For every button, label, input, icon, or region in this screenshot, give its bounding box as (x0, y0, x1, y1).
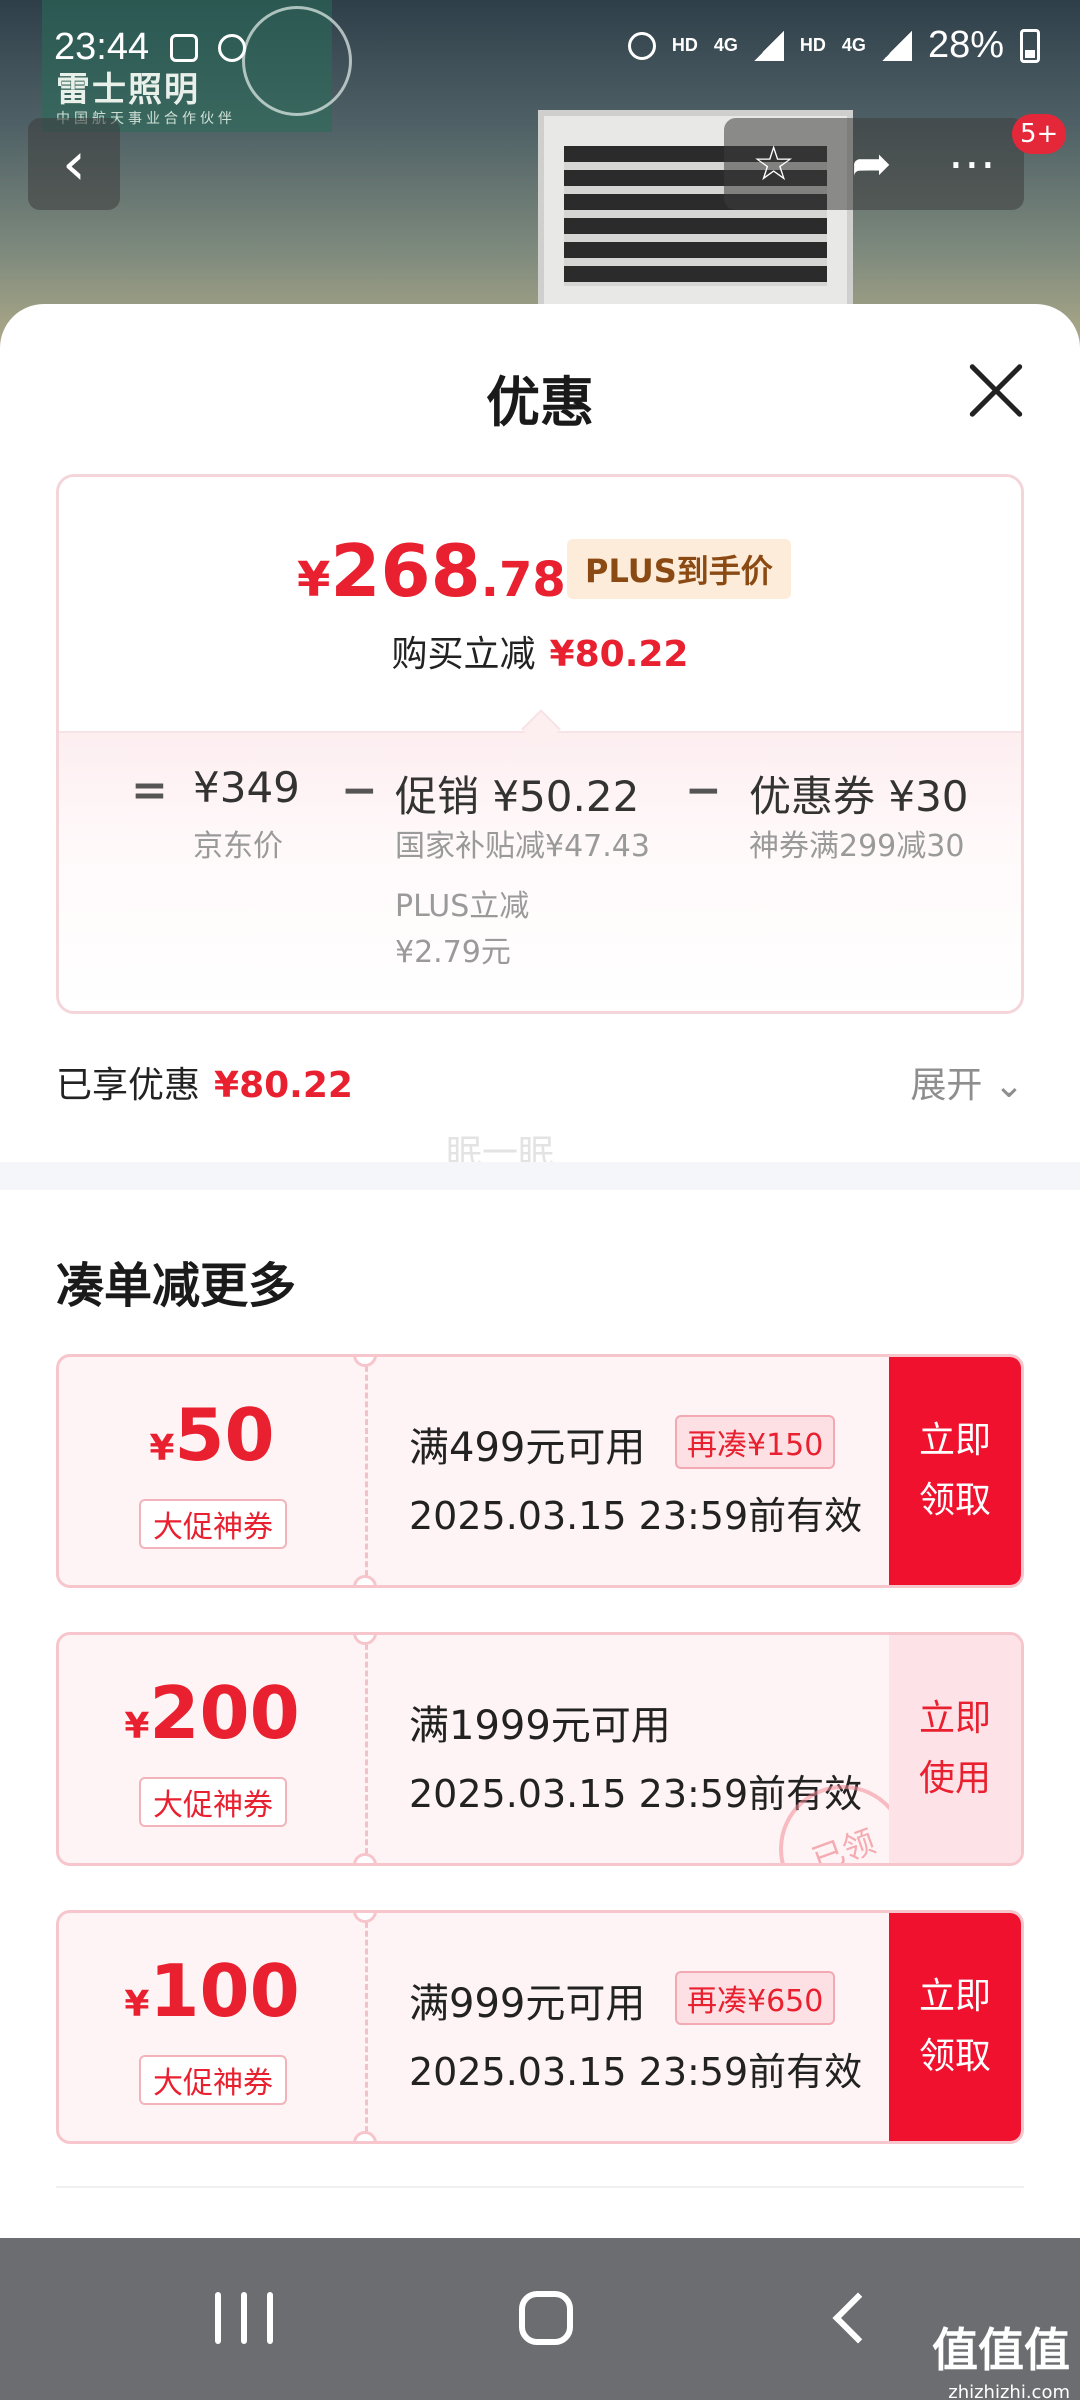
battery-percent: 28% (927, 24, 1004, 66)
coupon-condition: 满499元可用 (409, 1425, 646, 1471)
use-coupon-button[interactable]: 立即使用 (889, 1635, 1021, 1863)
home-icon[interactable] (496, 2278, 596, 2358)
app-notification-icon (218, 34, 246, 62)
coupon-amount-number: 50 (174, 1393, 275, 1477)
message-count-badge: 5+ (1012, 114, 1067, 154)
top-action-bar: ☆ ➦ ⋯ (724, 118, 1024, 210)
claim-coupon-button[interactable]: 立即领取 (889, 1913, 1021, 2141)
back-icon[interactable] (800, 2278, 900, 2358)
coupon-amount: 优惠券 ¥30 (749, 772, 969, 821)
network-hd-2: HD (799, 35, 826, 55)
coupon-currency: ¥ (124, 1706, 150, 1747)
price-breakdown-card: ¥268.78 PLUS到手价 购买立减 ¥80.22 = ¥349 京东价 − … (56, 474, 1024, 1014)
more-discounts-title: 凑单减更多 (56, 1258, 297, 1314)
coupon-notch (353, 1853, 377, 1863)
claim-coupon-label: 立即领取 (918, 1976, 991, 2077)
status-time: 23:44 (54, 26, 150, 68)
enjoyed-value: ¥80.22 (214, 1065, 353, 1106)
coupon-card: ¥100 大促神券 满999元可用 再凑¥650 2025.03.15 23:5… (56, 1910, 1024, 2144)
final-price-currency: ¥ (297, 552, 331, 608)
coupon-validity: 2025.03.15 23:59前有效 (409, 1494, 863, 1538)
coupon-detail: 神券满299减30 (749, 829, 965, 864)
jd-price-label: 京东价 (193, 829, 283, 864)
plus-price-tag: PLUS到手价 (567, 539, 791, 599)
coupon-value: ¥200 大促神券 (59, 1635, 365, 1863)
status-bar: 23:44 HD 4G HD 4G 28% (0, 0, 1080, 100)
coupon-card: ¥200 大促神券 满1999元可用 2025.03.15 23:59前有效 已… (56, 1632, 1024, 1866)
coupon-amount-number: 200 (149, 1671, 300, 1755)
jd-price: ¥349 (193, 763, 300, 812)
signal-icon-1 (753, 30, 784, 61)
alarm-icon (627, 31, 656, 60)
coupon-amount: ¥100 (59, 1949, 365, 2033)
site-watermark-name: 值值值 (932, 2323, 1070, 2377)
sheet-title: 优惠 (486, 371, 594, 434)
coupon-amount: ¥200 (59, 1671, 365, 1755)
bottom-divider (56, 2186, 1024, 2188)
saved-value: ¥80.22 (549, 634, 689, 675)
battery-icon (1020, 28, 1040, 63)
discount-sheet: 优惠 ¥268.78 PLUS到手价 购买立减 ¥80.22 = ¥349 京东价… (0, 304, 1080, 2238)
coupon-card: ¥50 大促神券 满499元可用 再凑¥150 2025.03.15 23:59… (56, 1354, 1024, 1588)
coupon-type-tag: 大促神券 (139, 1777, 287, 1827)
chevron-down-icon: ⌄ (993, 1065, 1024, 1106)
enjoyed-label: 已享优惠 (56, 1065, 201, 1106)
signal-icon-2 (881, 30, 912, 61)
expand-label: 展开 (910, 1065, 983, 1106)
coupon-separator (365, 1635, 368, 1863)
coupon-notch (353, 2131, 377, 2141)
claim-coupon-button[interactable]: 立即领取 (889, 1357, 1021, 1585)
final-price-decimal: .78 (480, 552, 566, 608)
saved-label: 购买立减 (391, 634, 536, 675)
purchase-saved-line: 购买立减 ¥80.22 (59, 625, 1021, 677)
star-icon[interactable]: ☆ (752, 136, 795, 192)
back-arrow-icon[interactable]: ‹ (28, 118, 120, 210)
coupon-extra-needed: 再凑¥150 (675, 1415, 836, 1469)
coupon-type-tag: 大促神券 (139, 1499, 287, 1549)
coupon-condition: 满1999元可用 (409, 1703, 671, 1749)
share-icon[interactable]: ➦ (851, 136, 891, 192)
site-watermark-url: zhizhizhi.com (948, 2382, 1070, 2400)
enjoyed-discount: 已享优惠 ¥80.22 (56, 1056, 353, 1108)
notification-icon (170, 34, 198, 62)
coupon-value: ¥50 大促神券 (59, 1357, 365, 1585)
expand-toggle[interactable]: 展开 ⌄ (910, 1056, 1024, 1108)
coupon-amount: ¥50 (59, 1393, 365, 1477)
coupon-value: ¥100 大促神券 (59, 1913, 365, 2141)
promo-detail-subsidy: 国家补贴减¥47.43 (395, 829, 650, 864)
claim-coupon-label: 立即领取 (918, 1420, 991, 1521)
minus-sign-1: − (341, 765, 378, 816)
coupon-type-tag: 大促神券 (139, 2055, 287, 2105)
coupon-validity: 2025.03.15 23:59前有效 (409, 2050, 863, 2094)
recents-icon[interactable] (194, 2278, 294, 2358)
equals-sign: = (131, 765, 168, 816)
coupon-currency: ¥ (124, 1984, 150, 2025)
more-icon[interactable]: ⋯ (948, 136, 996, 192)
coupon-extra-needed: 再凑¥650 (675, 1971, 836, 2025)
price-summary: ¥268.78 PLUS到手价 购买立减 ¥80.22 (59, 477, 1021, 731)
promo-detail-plus-amount: ¥2.79元 (395, 935, 511, 970)
promo-amount: 促销 ¥50.22 (395, 772, 640, 821)
site-watermark: 值值值 zhizhizhi.com (932, 2314, 1070, 2400)
network-4g-1: 4G (713, 35, 738, 55)
coupon-separator (365, 1913, 368, 2141)
coupon-condition: 满999元可用 (409, 1981, 646, 2027)
network-4g-2: 4G (841, 35, 866, 55)
use-coupon-label: 立即使用 (918, 1698, 991, 1799)
close-icon[interactable] (966, 360, 1026, 420)
final-price: ¥268.78 (297, 529, 566, 613)
coupon-amount-number: 100 (149, 1949, 300, 2033)
network-hd-1: HD (671, 35, 698, 55)
section-divider (0, 1162, 1080, 1190)
system-navigation-bar (0, 2238, 1080, 2400)
minus-sign-2: − (685, 765, 722, 816)
final-price-integer: 268 (330, 529, 481, 613)
coupon-currency: ¥ (149, 1428, 175, 1469)
promo-detail-plus: PLUS立减 (395, 889, 530, 924)
coupon-notch (353, 1575, 377, 1585)
coupon-separator (365, 1357, 368, 1585)
